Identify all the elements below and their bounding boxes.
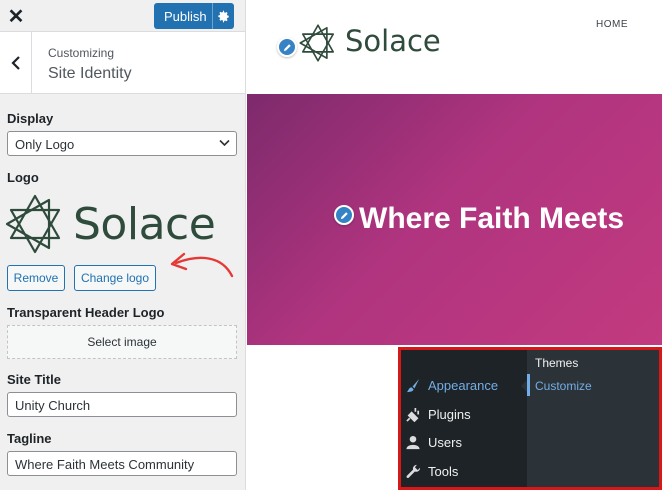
annotation-arrow-icon xyxy=(170,252,234,278)
edit-logo-pencil-icon[interactable] xyxy=(277,37,297,57)
customizer-topbar: ✕ Publish xyxy=(0,0,245,32)
menu-item-plugins[interactable]: Plugins xyxy=(405,404,471,424)
nav-home-link[interactable]: HOME xyxy=(596,19,628,30)
menu-item-label: Tools xyxy=(428,463,459,479)
menu-item-users[interactable]: Users xyxy=(405,432,462,452)
admin-menu-flyout: Appearance Plugins Users Tools Themes Cu… xyxy=(398,347,662,490)
customizer-sidebar: ✕ Publish Customizing Site Identity Disp… xyxy=(0,0,246,490)
site-header: Solace HOME xyxy=(247,0,662,94)
back-button[interactable] xyxy=(0,32,32,94)
close-customizer-button[interactable]: ✕ xyxy=(0,0,32,32)
transparent-header-logo-label: Transparent Header Logo xyxy=(7,305,165,320)
submenu-item-themes[interactable]: Themes xyxy=(535,356,578,370)
publish-label: Publish xyxy=(164,8,207,24)
plug-icon xyxy=(405,406,421,422)
gear-icon[interactable] xyxy=(213,10,234,23)
site-title-field[interactable]: Unity Church xyxy=(7,392,237,417)
change-logo-button[interactable]: Change logo xyxy=(74,265,156,291)
user-icon xyxy=(405,434,421,450)
hero-title: Where Faith Meets xyxy=(359,202,625,235)
menu-item-label: Users xyxy=(428,434,462,450)
logo-label: Logo xyxy=(7,170,39,185)
logo-wordmark: Solace xyxy=(73,198,216,250)
hero-banner: Where Faith Meets xyxy=(247,94,662,345)
menu-item-label: Plugins xyxy=(428,406,471,422)
chevron-left-icon xyxy=(10,56,20,70)
section-header: Customizing Site Identity xyxy=(0,32,245,94)
tagline-field[interactable]: Where Faith Meets Community xyxy=(7,451,237,476)
display-select[interactable]: Only Logo xyxy=(7,131,237,156)
submenu-item-customize[interactable]: Customize xyxy=(535,379,592,393)
publish-button[interactable]: Publish xyxy=(154,3,234,29)
site-title-label: Site Title xyxy=(7,372,61,387)
tagline-label: Tagline xyxy=(7,431,52,446)
paintbrush-icon xyxy=(405,377,421,393)
chevron-down-icon xyxy=(219,139,230,147)
solace-star-logo-icon xyxy=(5,194,61,254)
wrench-icon xyxy=(405,463,421,479)
remove-logo-button[interactable]: Remove xyxy=(7,265,65,291)
site-logo-wordmark: Solace xyxy=(345,24,441,58)
appearance-submenu: Themes Customize xyxy=(527,350,659,487)
section-parent-label: Customizing xyxy=(48,46,115,60)
menu-item-tools[interactable]: Tools xyxy=(405,461,458,481)
display-label: Display xyxy=(7,111,54,126)
display-select-value: Only Logo xyxy=(15,137,75,152)
section-title: Site Identity xyxy=(48,65,132,82)
menu-item-appearance[interactable]: Appearance xyxy=(405,375,498,395)
admin-menu-main: Appearance Plugins Users Tools xyxy=(401,350,529,487)
site-logo-star-icon xyxy=(299,24,335,62)
current-item-marker xyxy=(527,374,530,396)
select-image-button[interactable]: Select image xyxy=(7,325,237,359)
edit-tagline-pencil-icon[interactable] xyxy=(334,205,354,225)
menu-item-label: Appearance xyxy=(428,377,499,393)
